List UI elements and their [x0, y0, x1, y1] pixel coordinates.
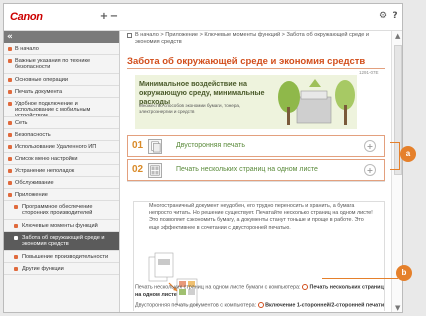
card-label[interactable]: Печать нескольких страниц на одном листе — [176, 166, 318, 173]
callout-a-badge: a — [400, 146, 416, 162]
document-code: 1291-07E — [359, 70, 379, 75]
gear-icon[interactable]: ⚙ — [378, 11, 388, 21]
paragraph: Многостраничный документ неудобен, его т… — [149, 203, 373, 231]
caption: Печать нескольких страниц на одном листе… — [135, 284, 385, 299]
expand-button[interactable]: + — [364, 164, 376, 176]
multipage-icon — [148, 163, 162, 178]
sidebar-item-label: Использование Удаленного ИП — [15, 144, 97, 150]
bullet-icon — [8, 47, 12, 51]
duplex-icon — [148, 139, 162, 154]
sidebar-item-label: Ключевые моменты функций — [22, 223, 98, 229]
bullet-icon — [8, 157, 12, 161]
sidebar-item[interactable]: Программное обеспечение сторонних произв… — [4, 201, 119, 220]
sidebar-item[interactable]: Использование Удаленного ИП — [4, 141, 119, 153]
sidebar-item[interactable]: Список меню настройки — [4, 153, 119, 165]
callout-a-bracket — [390, 142, 400, 170]
card-multipage-printing[interactable]: 02 Печать нескольких страниц на одном ли… — [127, 159, 385, 181]
bullet-icon — [14, 224, 18, 228]
scroll-down-icon[interactable]: ▼ — [395, 304, 400, 312]
sidebar-item-label: Печать документа — [15, 89, 63, 95]
bullet-icon — [8, 145, 12, 149]
top-bar: Canon + − ⚙ ? — [4, 4, 402, 31]
sidebar-item-label: Список меню настройки — [15, 156, 78, 162]
sidebar-item[interactable]: Сеть — [4, 117, 119, 129]
card-duplex-printing[interactable]: 01 Двусторонняя печать + — [127, 135, 385, 157]
sidebar-header: « — [4, 31, 119, 43]
add-icon[interactable]: + — [99, 12, 109, 22]
bullet-icon — [8, 133, 12, 137]
bullet-icon — [8, 102, 12, 106]
remove-icon[interactable]: − — [109, 12, 119, 22]
sidebar-item-label: В начало — [15, 46, 39, 52]
home-icon[interactable] — [127, 33, 132, 38]
duplex-link[interactable]: Включение 1-сторонней/2-сторонней печати — [265, 302, 384, 308]
sidebar-item-label: Приложение — [15, 192, 48, 198]
sidebar-item-label: Забота об окружающей среде и экономия ср… — [22, 235, 105, 247]
bullet-icon — [8, 78, 12, 82]
sidebar-item[interactable]: Удобное подключение и использование с мо… — [4, 98, 119, 117]
sidebar-item-label: Другие функции — [22, 266, 64, 272]
banner-subtext: Множество способов экономии бумаги, тоне… — [139, 103, 241, 114]
caption-prefix: Печать нескольких страниц на одном листе… — [135, 284, 301, 291]
duplex-prefix: Двусторонняя печать документов с компьют… — [135, 302, 257, 309]
card-label[interactable]: Двусторонняя печать — [176, 142, 245, 149]
main-content: В начало > Приложение > Ключевые моменты… — [121, 31, 391, 312]
bullet-icon — [8, 169, 12, 173]
sidebar-item[interactable]: Ключевые моменты функций — [4, 220, 119, 232]
sidebar-item-label: Безопасность — [15, 132, 51, 138]
bullet-icon — [14, 255, 18, 259]
sidebar-item-label: Сеть — [15, 120, 28, 126]
multipage-illustration — [148, 252, 198, 306]
sidebar-list: В начало Важные указания по технике безоп… — [4, 43, 119, 275]
bullet-icon — [14, 267, 18, 271]
sidebar-item[interactable]: Обслуживание — [4, 177, 119, 189]
sidebar-item-label: Удобное подключение и использование с мо… — [15, 101, 91, 117]
sidebar-item-label: Устранение неполадок — [15, 168, 75, 174]
bullet-icon — [8, 193, 12, 197]
sidebar-item-label: Обслуживание — [15, 180, 54, 186]
bullet-icon — [14, 205, 18, 209]
collapse-icon[interactable]: « — [7, 32, 13, 42]
expand-button[interactable]: + — [364, 140, 376, 152]
canon-logo: Canon — [10, 11, 43, 23]
sidebar-item-label: Повышение производительности — [22, 254, 109, 260]
sidebar-item[interactable]: Основные операции — [4, 74, 119, 86]
link-arrow-icon — [257, 302, 264, 308]
bullet-icon — [8, 121, 12, 125]
card-number: 02 — [132, 164, 144, 175]
bullet-icon — [8, 90, 12, 94]
sidebar-item[interactable]: Безопасность — [4, 129, 119, 141]
page-title: Забота об окружающей среде и экономия ср… — [127, 56, 366, 67]
sidebar-item-label: Важные указания по технике безопасности — [15, 58, 91, 70]
sidebar-item[interactable]: Приложение — [4, 189, 119, 201]
sidebar-item[interactable]: Печать документа — [4, 86, 119, 98]
bullet-icon — [8, 181, 12, 185]
bullet-icon — [8, 59, 12, 63]
eco-illustration — [278, 79, 355, 125]
callout-b-leader — [322, 278, 398, 279]
card-number: 01 — [132, 140, 144, 151]
help-icon[interactable]: ? — [390, 11, 400, 21]
sidebar: « В начало Важные указания по технике без… — [4, 31, 120, 312]
banner: Минимальное воздействие на окружающую ср… — [135, 75, 357, 129]
sidebar-item[interactable]: Другие функции — [4, 263, 119, 275]
divider — [127, 181, 385, 182]
sidebar-item[interactable]: Устранение неполадок — [4, 165, 119, 177]
help-window: Canon + − ⚙ ? « В начало Важные указания … — [3, 3, 403, 313]
banner-heading: Минимальное воздействие на окружающую ср… — [139, 79, 265, 106]
sidebar-item[interactable]: В начало — [4, 43, 119, 55]
breadcrumb-text[interactable]: В начало > Приложение > Ключевые моменты… — [127, 32, 387, 46]
bullet-icon — [14, 236, 18, 240]
scroll-up-icon[interactable]: ▲ — [395, 32, 400, 40]
duplex-caption: Двусторонняя печать документов с компьют… — [135, 302, 385, 310]
sidebar-item[interactable]: Забота об окружающей среде и экономия ср… — [4, 232, 119, 251]
title-underline — [127, 68, 385, 69]
sidebar-item[interactable]: Повышение производительности — [4, 251, 119, 263]
breadcrumb: В начало > Приложение > Ключевые моменты… — [127, 32, 387, 46]
link-arrow-icon — [301, 284, 308, 290]
callout-b-badge: b — [396, 265, 412, 281]
sidebar-item[interactable]: Важные указания по технике безопасности — [4, 55, 119, 74]
sidebar-item-label: Программное обеспечение сторонних произв… — [22, 204, 93, 216]
sidebar-item-label: Основные операции — [15, 77, 69, 83]
